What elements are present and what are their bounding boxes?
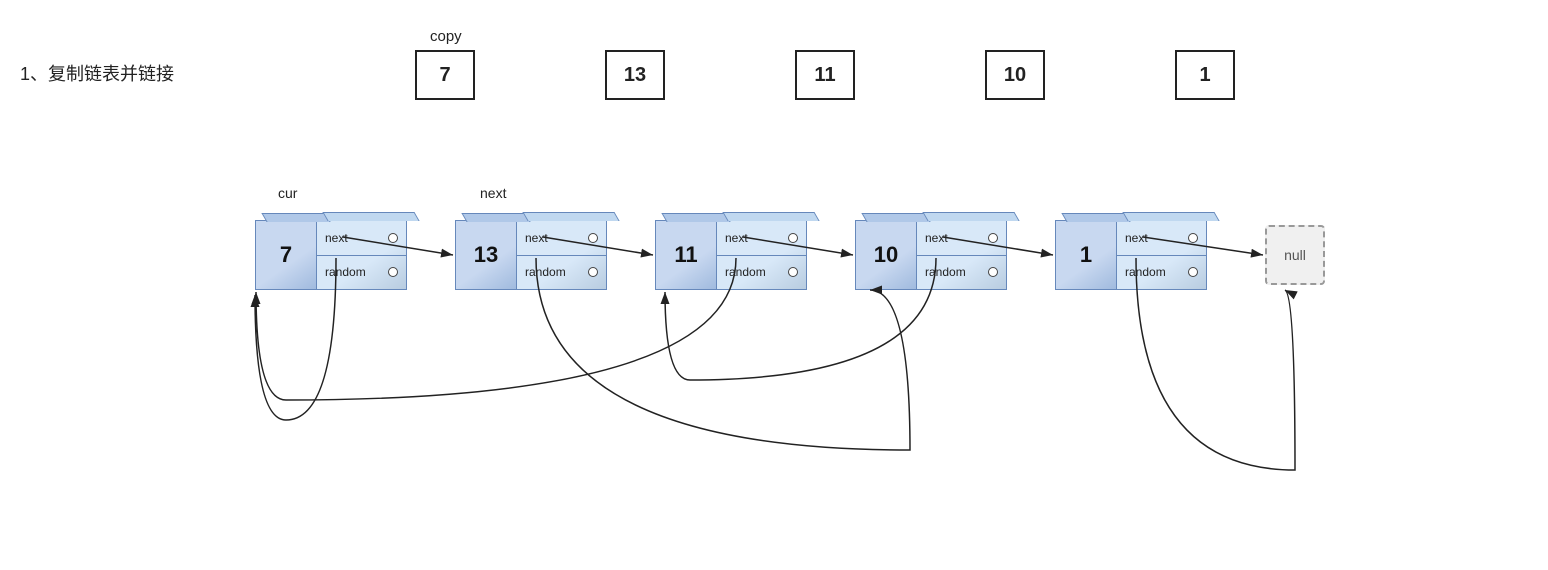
copy-box-0: 7 [415,50,475,100]
node-3-fields: next random [917,220,1007,290]
node-0-next-field: next [317,221,406,256]
copy-box-4: 1 [1175,50,1235,100]
node-0-random-field: random [317,256,406,290]
node-3-random-dot [988,267,998,277]
node-2-next-field: next [717,221,806,256]
copy-box-3: 10 [985,50,1045,100]
node-3-next-dot [988,233,998,243]
node-2-random-dot [788,267,798,277]
node-3: 10 next random [855,220,1010,290]
node-1-val: 13 [455,220,517,290]
node-4-next-field: next [1117,221,1206,256]
null-box: null [1265,225,1325,285]
node-4-fields: next random [1117,220,1207,290]
node-0-random-dot [388,267,398,277]
node-0-fields: next random [317,220,407,290]
node-2: 11 next random [655,220,810,290]
node-1: 13 next random [455,220,610,290]
node-1-next-field: next [517,221,606,256]
node-4-random-field: random [1117,256,1206,290]
node-3-next-field: next [917,221,1006,256]
node-2-fields: next random [717,220,807,290]
node-3-val: 10 [855,220,917,290]
node-1-random-field: random [517,256,606,290]
cur-label: cur [278,185,297,201]
node-4-val: 1 [1055,220,1117,290]
node-1-next-dot [588,233,598,243]
node-3-random-field: random [917,256,1006,290]
page-title: 1、复制链表并链接 [20,60,174,86]
copy-label: copy [430,28,462,45]
copy-box-1: 13 [605,50,665,100]
node-4: 1 next random [1055,220,1210,290]
node-0-next-dot [388,233,398,243]
node-0-val: 7 [255,220,317,290]
node-2-val: 11 [655,220,717,290]
node-2-next-dot [788,233,798,243]
node-4-random-dot [1188,267,1198,277]
node-2-random-field: random [717,256,806,290]
copy-box-2: 11 [795,50,855,100]
node-1-random-dot [588,267,598,277]
next-label: next [480,185,506,201]
node-1-fields: next random [517,220,607,290]
node-4-next-dot [1188,233,1198,243]
node-0: 7 next random [255,220,410,290]
